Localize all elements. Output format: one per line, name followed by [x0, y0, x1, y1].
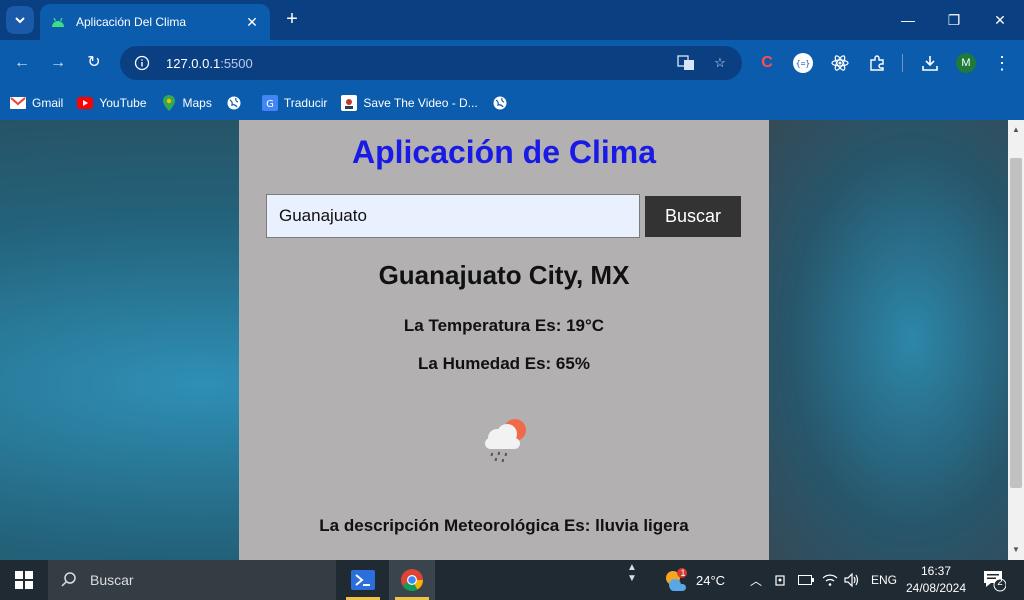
- bookmarks-bar: Gmail YouTube Maps G Traducir Save The V…: [0, 86, 1024, 120]
- svg-text:{=}: {=}: [796, 59, 810, 68]
- bookmark-gmail[interactable]: Gmail: [10, 95, 63, 111]
- show-hidden-icons[interactable]: ︿: [750, 560, 762, 600]
- start-button[interactable]: [0, 560, 48, 600]
- scroll-up-arrow-icon[interactable]: ▲: [1008, 122, 1024, 138]
- taskbar-powershell[interactable]: [340, 560, 386, 600]
- chrome-icon: [401, 569, 423, 591]
- tab-close-icon[interactable]: ✕: [244, 14, 260, 30]
- tab-title: Aplicación Del Clima: [76, 15, 187, 29]
- light-rain-cloud-sun-icon: [475, 412, 535, 472]
- taskbar-search-box[interactable]: Buscar: [48, 560, 336, 600]
- app-title: Aplicación de Clima: [351, 134, 657, 170]
- extensions-puzzle-icon[interactable]: [866, 52, 888, 74]
- forward-button[interactable]: →: [45, 50, 71, 76]
- translate-page-icon[interactable]: [676, 53, 696, 73]
- globe-icon: [492, 95, 508, 111]
- url-host: 127.0.0.1: [166, 55, 221, 71]
- restore-button[interactable]: ❐: [942, 8, 966, 32]
- save-video-icon: [341, 95, 358, 111]
- notification-count: 2: [997, 577, 1003, 588]
- page-viewport: Aplicación de Clima Buscar Guanajuato Ci…: [0, 120, 1008, 560]
- taskbar-temperature: 24°C: [696, 572, 726, 588]
- powershell-icon: [351, 570, 375, 590]
- bookmark-label: Save The Video - D...: [363, 96, 478, 110]
- profile-initial: M: [961, 57, 971, 69]
- bookmark-globe-1[interactable]: [226, 95, 248, 111]
- android-favicon-icon: [50, 14, 66, 30]
- tab-strip: Aplicación Del Clima ✕ + — ❐ ✕: [0, 0, 1024, 40]
- browser-tab[interactable]: Aplicación Del Clima ✕: [40, 4, 270, 40]
- extension-c-icon[interactable]: C: [756, 52, 778, 74]
- bookmark-globe-2[interactable]: [492, 95, 514, 111]
- page-scrollbar[interactable]: ▲ ▼: [1008, 120, 1024, 560]
- bookmark-star-icon[interactable]: ☆: [710, 53, 730, 73]
- minimize-button[interactable]: —: [896, 8, 920, 32]
- city-search-input[interactable]: [266, 194, 640, 238]
- downloads-icon[interactable]: [919, 52, 941, 74]
- search-icon: [58, 569, 80, 591]
- url-text: 127.0.0.1:5500: [166, 56, 662, 71]
- reload-button[interactable]: ↻: [81, 50, 107, 76]
- bookmark-label: YouTube: [99, 96, 147, 110]
- bookmark-label: Traducir: [283, 96, 328, 110]
- meet-now-icon[interactable]: [774, 560, 788, 600]
- bookmark-label: Maps: [182, 96, 212, 110]
- extension-json-icon[interactable]: {=}: [792, 52, 814, 74]
- clock-date: 24/08/2024: [905, 581, 967, 595]
- toolbar-divider: [902, 54, 903, 72]
- windows-logo-icon: [15, 571, 33, 589]
- react-devtools-icon[interactable]: [829, 52, 851, 74]
- city-name: Guanajuato City, MX: [378, 260, 630, 290]
- taskbar-weather-widget[interactable]: 1 24°C: [662, 566, 725, 594]
- bookmark-maps[interactable]: Maps: [161, 95, 212, 111]
- taskbar-scroll-icon[interactable]: ▲ ▼: [624, 562, 640, 598]
- gmail-icon: [10, 95, 26, 111]
- notifications-button[interactable]: 2: [982, 568, 1007, 592]
- bookmark-save-the-video[interactable]: Save The Video - D...: [341, 95, 478, 111]
- taskbar-search-placeholder: Buscar: [90, 572, 134, 588]
- system-clock[interactable]: 16:37 24/08/2024: [900, 563, 972, 597]
- address-bar[interactable]: 127.0.0.1:5500 ☆: [120, 46, 742, 80]
- windows-taskbar: Buscar ▲ ▼ 1 24°C ︿ ENG 16:37 24/08/2024 …: [0, 560, 1024, 600]
- volume-icon[interactable]: [844, 560, 860, 600]
- wifi-icon[interactable]: [822, 560, 838, 600]
- bookmark-youtube[interactable]: YouTube: [77, 95, 147, 111]
- search-button[interactable]: Buscar: [645, 196, 741, 237]
- weather-app-card: Aplicación de Clima Buscar Guanajuato Ci…: [239, 120, 769, 560]
- background-right: [768, 120, 1008, 560]
- chevron-down-icon: [15, 17, 25, 24]
- temperature-text: La Temperatura Es: 19°C: [403, 316, 605, 335]
- scroll-down-arrow-icon[interactable]: ▼: [1008, 542, 1024, 558]
- language-indicator[interactable]: ENG: [871, 560, 897, 600]
- scroll-thumb[interactable]: [1010, 158, 1022, 488]
- new-tab-button[interactable]: +: [282, 8, 302, 32]
- translate-icon: G: [261, 95, 278, 111]
- youtube-icon: [77, 95, 94, 111]
- close-window-button[interactable]: ✕: [988, 8, 1012, 32]
- bookmark-label: Gmail: [32, 96, 64, 110]
- taskbar-chrome[interactable]: [389, 560, 435, 600]
- browser-toolbar: ← → ↻ 127.0.0.1:5500 ☆ C {=} M ⋮: [0, 40, 1024, 86]
- clock-time: 16:37: [920, 564, 952, 578]
- site-info-icon[interactable]: [132, 53, 152, 73]
- profile-avatar[interactable]: M: [955, 52, 977, 74]
- url-port: :5500: [220, 55, 253, 71]
- humidity-text: La Humedad Es: 65%: [418, 354, 590, 373]
- maps-icon: [161, 95, 177, 111]
- tab-search-button[interactable]: [6, 6, 34, 34]
- weather-badge-count: 1: [680, 568, 686, 578]
- chrome-menu-icon[interactable]: ⋮: [991, 52, 1013, 74]
- svg-text:G: G: [266, 99, 274, 110]
- back-button[interactable]: ←: [9, 50, 35, 76]
- weather-description: La descripción Meteorológica Es: lluvia …: [319, 516, 689, 535]
- globe-icon: [226, 95, 242, 111]
- bookmark-traducir[interactable]: G Traducir: [261, 95, 328, 111]
- battery-icon[interactable]: [798, 560, 814, 600]
